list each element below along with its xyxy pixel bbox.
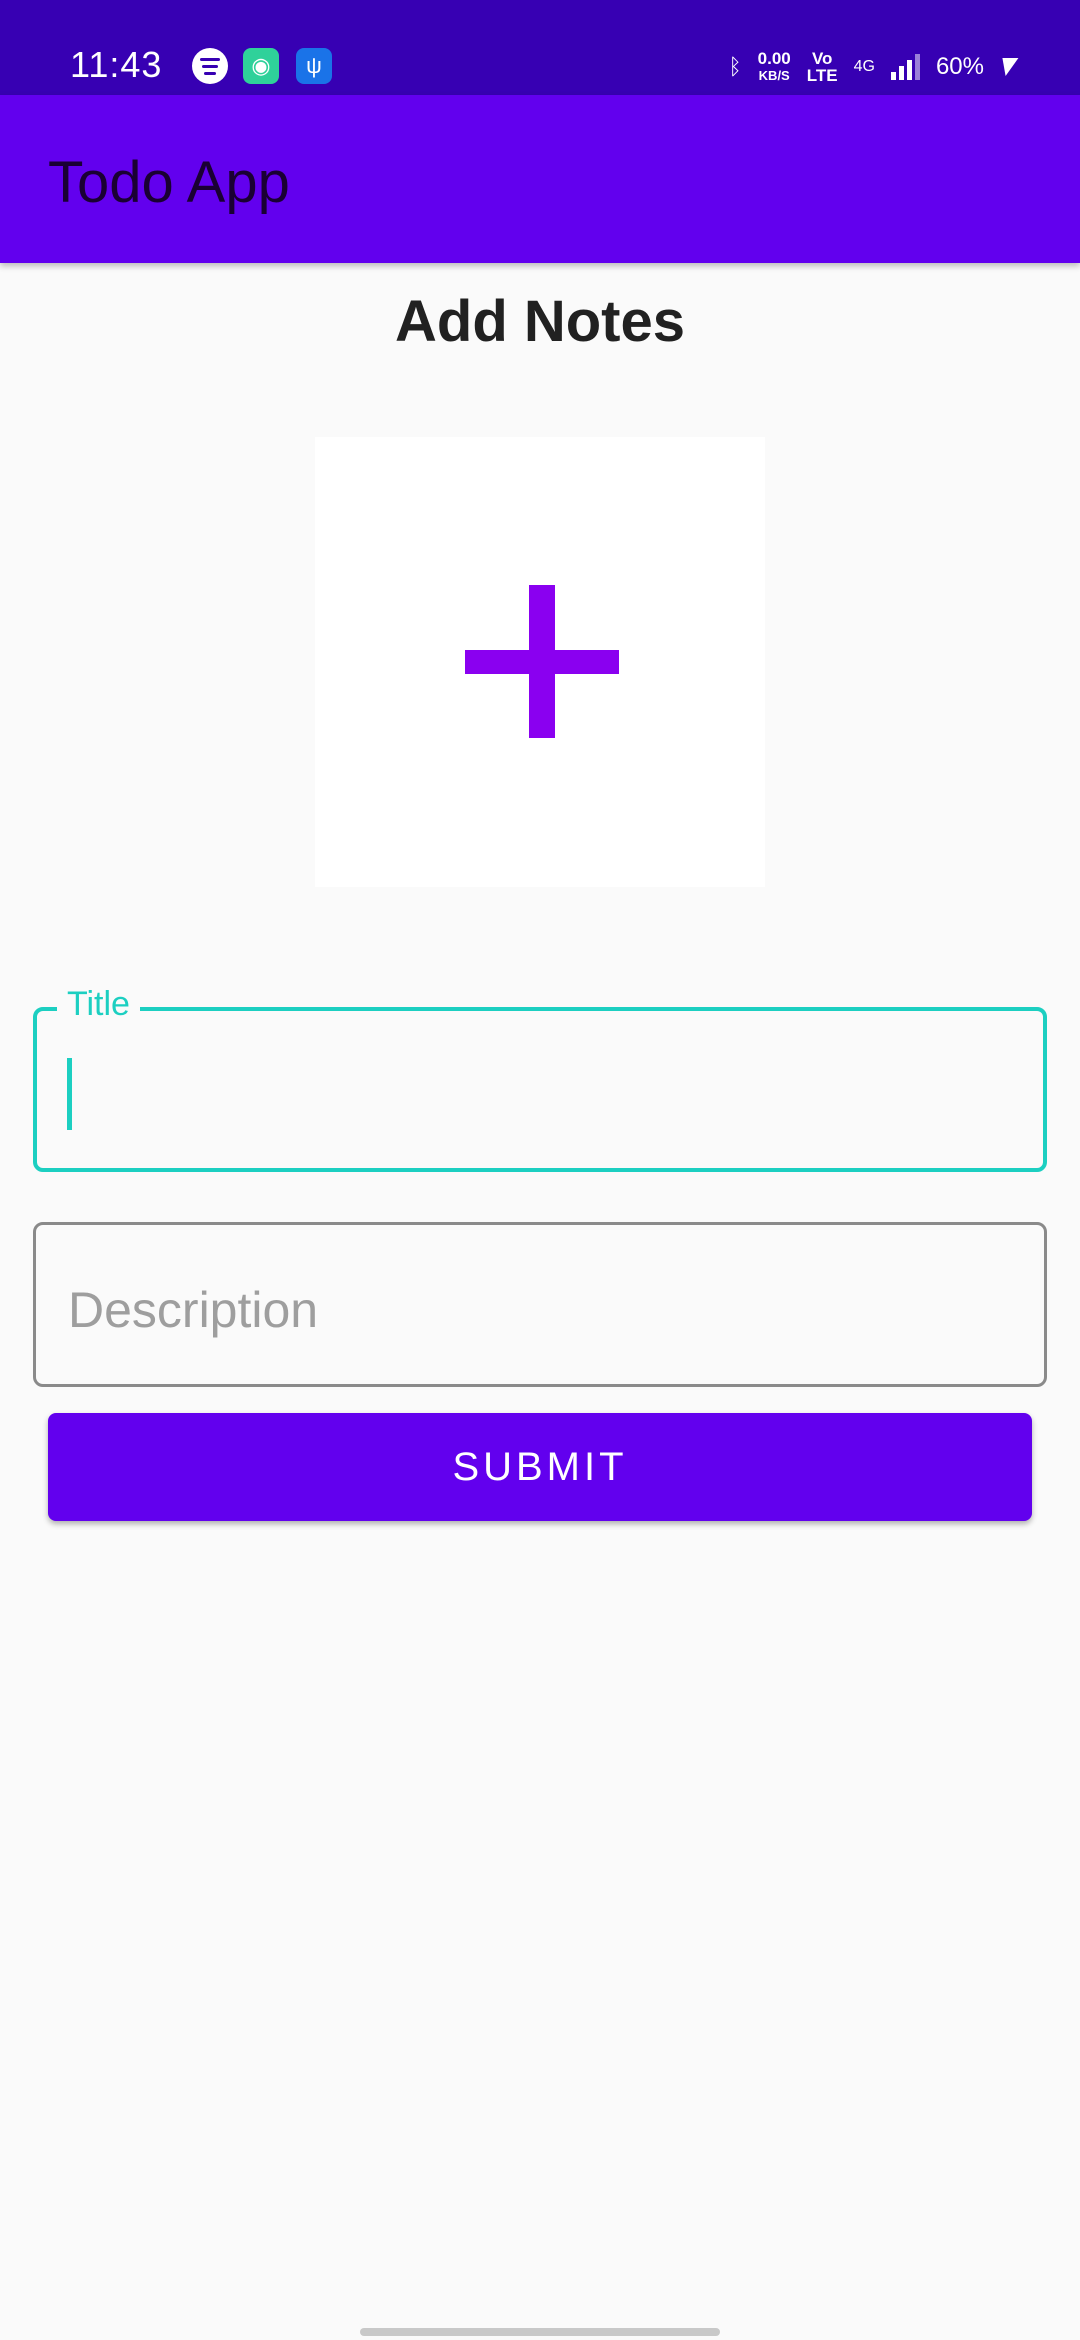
battery-level: 60% — [935, 53, 984, 80]
title-label: Title — [57, 985, 140, 1024]
screen: 11:43 ◉ ψ ᛒ 0.00 KB/S Vo LTE 4G 60% Todo… — [0, 0, 1080, 2340]
image-picker[interactable] — [315, 437, 765, 887]
gesture-nav-handle[interactable] — [360, 2328, 720, 2336]
status-right: ᛒ 0.00 KB/S Vo LTE 4G 60% — [728, 48, 1019, 86]
app-bar: Todo App — [0, 95, 1080, 263]
volte-bottom: LTE — [806, 66, 838, 85]
page-title: Add Notes — [395, 289, 685, 354]
volte-indicator: Vo LTE — [807, 50, 838, 84]
bluetooth-icon: ᛒ — [728, 54, 742, 79]
spotify-icon — [192, 48, 228, 84]
charging-icon — [997, 58, 1019, 76]
net-speed-unit: KB/S — [758, 68, 790, 83]
text-cursor — [67, 1058, 72, 1130]
title-field[interactable]: Title — [33, 985, 1047, 1172]
green-app-icon: ◉ — [243, 48, 279, 84]
signal-icon — [890, 54, 920, 80]
net-speed-value: 0.00 — [757, 49, 791, 68]
net-speed: 0.00 KB/S — [758, 50, 791, 84]
usb-icon: ψ — [296, 48, 332, 84]
app-title: Todo App — [48, 150, 290, 215]
submit-button[interactable]: SUBMIT — [48, 1413, 1032, 1521]
description-placeholder: Description — [68, 1282, 319, 1338]
volte-top: Vo — [811, 49, 833, 68]
status-bar: 11:43 ◉ ψ ᛒ 0.00 KB/S Vo LTE 4G 60% — [0, 0, 1080, 95]
status-time: 11:43 — [70, 44, 163, 85]
description-field[interactable]: Description — [33, 1222, 1047, 1387]
network-type: 4G — [853, 58, 875, 75]
